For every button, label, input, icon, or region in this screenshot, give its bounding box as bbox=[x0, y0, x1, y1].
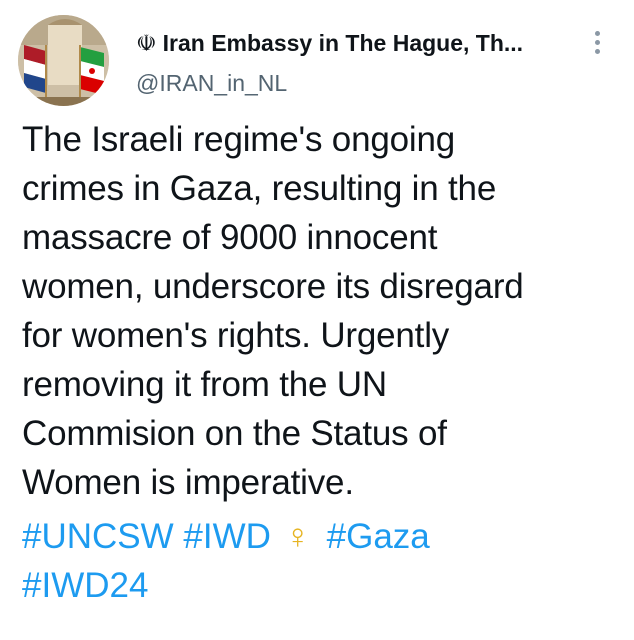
hashtags: #UNCSW #IWD ♀ #Gaza #IWD24 bbox=[22, 512, 622, 610]
tweet-line: massacre of 9000 innocent bbox=[22, 218, 438, 257]
hashtag-row: #IWD24 bbox=[22, 561, 622, 610]
tweet-line: The Israeli regime's ongoing bbox=[22, 120, 455, 159]
emblem-symbol: ☫ bbox=[136, 30, 157, 56]
hashtag-iwd[interactable]: #IWD bbox=[183, 517, 271, 556]
display-name-text: Iran Embassy in The Hague, Th... bbox=[162, 30, 524, 56]
hashtag-iwd24[interactable]: #IWD24 bbox=[22, 566, 148, 605]
hashtag-uncsw[interactable]: #UNCSW bbox=[22, 517, 174, 556]
tweet-line: women, underscore its disregard bbox=[22, 267, 524, 306]
user-handle[interactable]: @IRAN_in_NL bbox=[136, 70, 287, 97]
tweet-line: Commision on the Status of bbox=[22, 414, 447, 453]
tweet-text: The Israeli regime's ongoing crimes in G… bbox=[22, 115, 622, 507]
more-vertical-icon[interactable] bbox=[590, 31, 604, 59]
tweet-line: Women is imperative. bbox=[22, 463, 354, 502]
avatar-image bbox=[18, 15, 109, 106]
tweet-line: for women's rights. Urgently bbox=[22, 316, 450, 355]
tweet-card[interactable]: ☫ Iran Embassy in The Hague, Th... @IRAN_… bbox=[0, 0, 634, 640]
avatar[interactable] bbox=[18, 15, 109, 106]
tweet-line: removing it from the UN bbox=[22, 365, 387, 404]
tweet-line: crimes in Gaza, resulting in the bbox=[22, 169, 497, 208]
hashtag-row: #UNCSW #IWD ♀ #Gaza bbox=[22, 512, 622, 561]
display-name[interactable]: ☫ Iran Embassy in The Hague, Th... bbox=[136, 30, 523, 57]
hashtag-gaza[interactable]: #Gaza bbox=[327, 517, 430, 556]
female-sign-icon: ♀ bbox=[284, 517, 311, 556]
